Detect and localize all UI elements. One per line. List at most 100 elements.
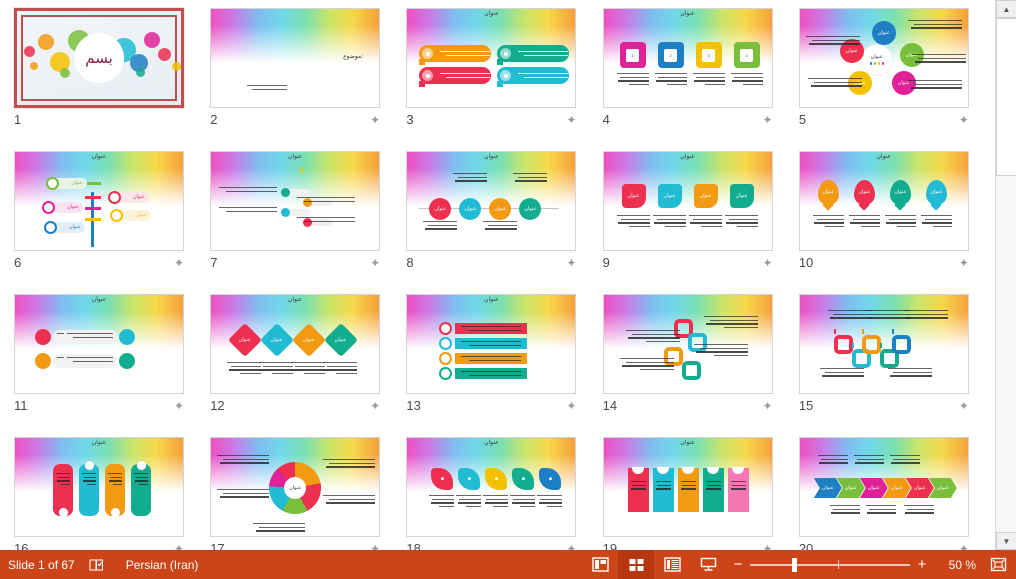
- slide-preview[interactable]: [603, 294, 773, 394]
- slide-thumbnail-11[interactable]: عنوان11✦: [14, 294, 210, 437]
- transition-star-icon[interactable]: ✦: [566, 396, 576, 416]
- transition-star-icon[interactable]: ✦: [959, 396, 969, 416]
- transition-star-icon[interactable]: ✦: [566, 539, 576, 550]
- zoom-out-button[interactable]: −: [732, 556, 744, 573]
- slide-preview[interactable]: عنوانعنوانعنوانعنوانعنوان: [603, 151, 773, 251]
- slide-thumbnail-5[interactable]: عنوانعنوانعنوانعنوانعنوانعنوان5✦: [799, 8, 995, 151]
- text-line: [694, 80, 724, 82]
- zoom-percent-label[interactable]: 50 %: [942, 558, 976, 572]
- zoom-track[interactable]: [750, 564, 910, 566]
- transition-star-icon[interactable]: ✦: [370, 539, 380, 550]
- transition-star-icon[interactable]: ✦: [566, 110, 576, 130]
- slide-body: ☀: [211, 152, 379, 250]
- slide-thumbnail-17[interactable]: عنوان17✦: [210, 437, 406, 550]
- sticker-label: عنوان: [736, 194, 748, 199]
- transition-star-icon[interactable]: ✦: [763, 110, 773, 130]
- text-line: [909, 314, 948, 315]
- notes-book-icon[interactable]: [89, 558, 104, 572]
- transition-star-icon[interactable]: ✦: [566, 253, 576, 273]
- slide-preview[interactable]: عنوان: [603, 437, 773, 537]
- slide-thumbnail-1[interactable]: بسم1: [14, 8, 210, 151]
- slide-preview[interactable]: عنوانعنوانعنوانعنوانعنوان: [210, 294, 380, 394]
- transition-star-icon[interactable]: ✦: [959, 539, 969, 550]
- slide-preview[interactable]: موضوع:: [210, 8, 380, 108]
- transition-star-icon[interactable]: ✦: [763, 539, 773, 550]
- slide-number: 12: [210, 396, 224, 416]
- transition-star-icon[interactable]: ✦: [959, 253, 969, 273]
- transition-star-icon[interactable]: ✦: [370, 396, 380, 416]
- slide-preview[interactable]: عنوانعنوانعنوانعنوانعنوان: [799, 151, 969, 251]
- language-indicator[interactable]: Persian (Iran): [126, 558, 199, 572]
- vertical-scrollbar[interactable]: ▲ ▼: [995, 0, 1016, 550]
- slide-preview[interactable]: بسم: [14, 8, 184, 108]
- text-line: [667, 84, 687, 85]
- square-caption: [704, 315, 758, 329]
- text-line: [466, 506, 482, 507]
- reading-view-icon[interactable]: [654, 550, 690, 579]
- slide-thumbnail-6[interactable]: عنوانعنوانعنوانعنوانعنوانعنوان6✦: [14, 151, 210, 294]
- slide-canvas: عنوانعنوانعنوانعنوانعنوانعنوان: [800, 9, 968, 107]
- text-line: [731, 488, 745, 490]
- slide-thumbnail-10[interactable]: عنوانعنوانعنوانعنوانعنوان10✦: [799, 151, 995, 294]
- transition-star-icon[interactable]: ✦: [174, 539, 184, 550]
- normal-view-icon[interactable]: [582, 550, 618, 579]
- slide-thumbnail-9[interactable]: عنوانعنوانعنوانعنوانعنوان9✦: [603, 151, 799, 294]
- slide-preview[interactable]: عنوان1234: [603, 8, 773, 108]
- slide-thumbnail-2[interactable]: موضوع:2✦: [210, 8, 406, 151]
- zoom-slider[interactable]: − +: [732, 556, 928, 573]
- tree-pill: عنوان: [109, 192, 149, 203]
- text-line: [304, 373, 325, 374]
- slide-preview[interactable]: عنوان▪▪▪▪▪: [406, 437, 576, 537]
- scrollbar-thumb[interactable]: [996, 18, 1016, 176]
- slide-show-icon[interactable]: [690, 550, 726, 579]
- slide-thumbnail-20[interactable]: عنوانعنوانعنوانعنوانعنوانعنوان20✦: [799, 437, 995, 550]
- text-line: [743, 84, 763, 85]
- text-line: [513, 173, 547, 174]
- slide-thumbnail-15[interactable]: 15✦: [799, 294, 995, 437]
- slide-preview[interactable]: عنوان: [406, 8, 576, 108]
- scroll-down-arrow-icon[interactable]: ▼: [996, 532, 1016, 550]
- column-shape: [628, 468, 649, 512]
- scroll-up-arrow-icon[interactable]: ▲: [996, 0, 1016, 18]
- text-line: [701, 226, 721, 227]
- slide-thumbnail-7[interactable]: عنوان☀7✦: [210, 151, 406, 294]
- scrollbar-track[interactable]: [996, 18, 1016, 532]
- transition-star-icon[interactable]: ✦: [959, 110, 969, 130]
- slide-thumbnail-18[interactable]: عنوان▪▪▪▪▪18✦: [406, 437, 602, 550]
- slide-thumbnail-13[interactable]: عنوان13✦: [406, 294, 602, 437]
- zoom-in-button[interactable]: +: [916, 556, 928, 573]
- sticker-label: عنوان: [700, 194, 712, 199]
- slide-thumbnail-4[interactable]: عنوان12344✦: [603, 8, 799, 151]
- slide-sorter-canvas[interactable]: بسم1موضوع:2✦عنوان3✦عنوان12344✦عنوانعنوان…: [0, 0, 995, 550]
- transition-star-icon[interactable]: ✦: [174, 253, 184, 273]
- text-line: [461, 341, 521, 342]
- slide-preview[interactable]: عنوان: [14, 437, 184, 537]
- transition-star-icon[interactable]: ✦: [370, 253, 380, 273]
- transition-star-icon[interactable]: ✦: [763, 396, 773, 416]
- transition-star-icon[interactable]: ✦: [370, 110, 380, 130]
- transition-star-icon[interactable]: ✦: [174, 396, 184, 416]
- slide-preview[interactable]: عنوانعنوانعنوانعنوانعنوانعنوان: [799, 437, 969, 537]
- pin-caption: [813, 214, 844, 228]
- text-line: [707, 485, 720, 486]
- slide-thumbnail-19[interactable]: عنوان19✦: [603, 437, 799, 550]
- slide-preview[interactable]: عنوان: [210, 437, 380, 537]
- text-line: [486, 499, 508, 500]
- slide-preview[interactable]: عنوان☀: [210, 151, 380, 251]
- slide-thumbnail-14[interactable]: 14✦: [603, 294, 799, 437]
- slide-thumbnail-8[interactable]: عنوانعنوانعنوانعنوانعنوان8✦: [406, 151, 602, 294]
- slide-thumbnail-12[interactable]: عنوانعنوانعنوانعنوانعنوان12 ✦: [210, 294, 406, 437]
- slide-preview[interactable]: [799, 294, 969, 394]
- slide-sorter-icon[interactable]: [618, 550, 654, 579]
- bubble-dot-icon: [422, 48, 433, 59]
- slide-preview[interactable]: عنوان: [14, 294, 184, 394]
- slide-thumbnail-16[interactable]: عنوان16✦: [14, 437, 210, 550]
- slide-preview[interactable]: عنوانعنوانعنوانعنوانعنوانعنوان: [799, 8, 969, 108]
- transition-star-icon[interactable]: ✦: [763, 253, 773, 273]
- slide-preview[interactable]: عنوانعنوانعنوانعنوانعنوانعنوان: [14, 151, 184, 251]
- zoom-thumb[interactable]: [792, 558, 797, 572]
- slide-thumbnail-3[interactable]: عنوان3✦: [406, 8, 602, 151]
- slide-preview[interactable]: عنوانعنوانعنوانعنوانعنوان: [406, 151, 576, 251]
- slide-preview[interactable]: عنوان: [406, 294, 576, 394]
- fit-to-window-icon[interactable]: [984, 550, 1012, 579]
